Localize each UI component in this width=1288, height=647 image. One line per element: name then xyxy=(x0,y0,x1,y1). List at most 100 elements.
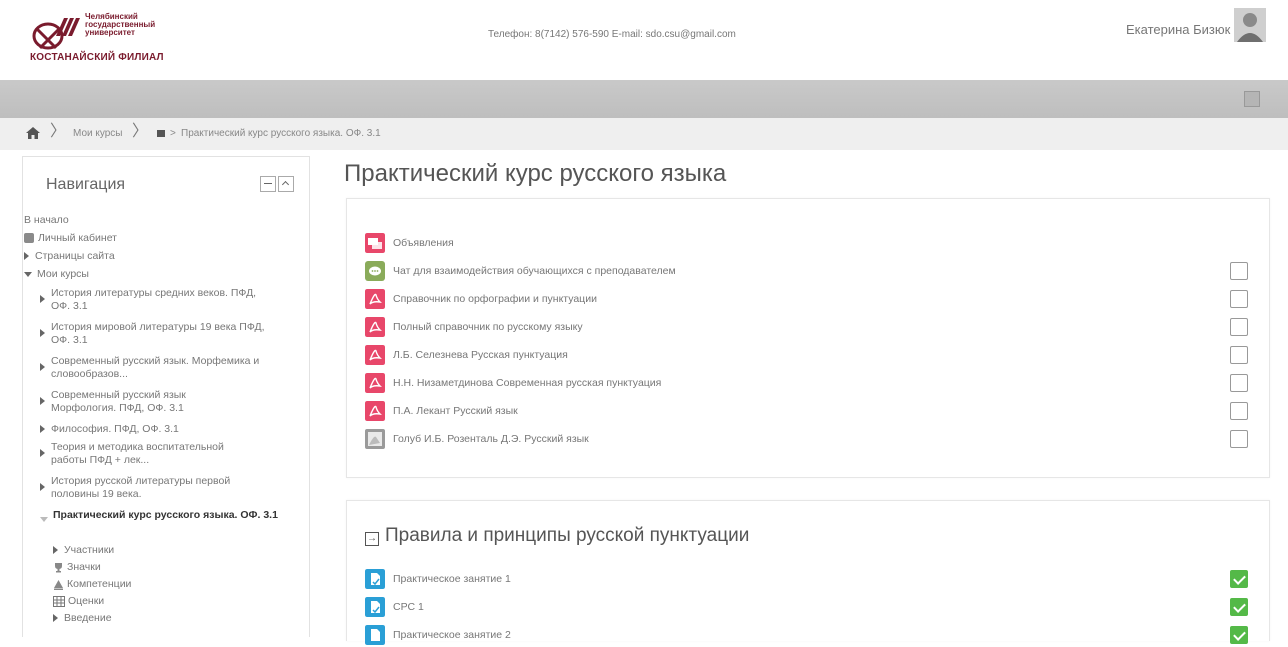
activity-resource[interactable]: Н.Н. Низаметдинова Современная русская п… xyxy=(365,373,1255,395)
breadcrumb: 〉 Мои курсы 〉 > Практический курс русско… xyxy=(0,118,1288,150)
breadcrumb-current-course[interactable]: Практический курс русского языка. ОФ. 3.… xyxy=(181,128,381,139)
nav-item-label: В начало xyxy=(24,214,69,226)
section-arrow-icon: → xyxy=(365,532,379,546)
activity-link[interactable]: СРС 1 xyxy=(393,601,424,613)
nav-course-item[interactable]: История мировой литературы 19 века ПФД, … xyxy=(40,321,266,347)
activity-forum[interactable]: Объявления xyxy=(365,233,1255,255)
expand-icon xyxy=(40,449,45,457)
nav-item-label: Современный русский язык. Морфемика и сл… xyxy=(51,355,260,380)
pdf-icon xyxy=(365,401,385,421)
nav-course-item[interactable]: Философия. ПФД, ОФ. 3.1 xyxy=(40,423,179,436)
nav-item-participants[interactable]: Участники xyxy=(53,544,114,557)
nav-course-item[interactable]: Теория и методика воспитательной работы … xyxy=(40,441,261,467)
activity-link[interactable]: П.А. Лекант Русский язык xyxy=(393,405,518,417)
pdf-icon xyxy=(365,373,385,393)
nav-item-badges[interactable]: Значки xyxy=(53,561,101,574)
pdf-icon xyxy=(365,289,385,309)
nav-course-item[interactable]: История литературы средних веков. ПФД, О… xyxy=(40,287,266,313)
activity-assignment[interactable]: Практическое занятие 1 xyxy=(365,569,1255,591)
move-block-button[interactable] xyxy=(278,176,294,192)
expand-icon xyxy=(40,425,45,434)
completion-checkbox-checked[interactable] xyxy=(1230,570,1248,588)
page-title: Практический курс русского языка xyxy=(344,160,727,187)
collapse-block-button[interactable] xyxy=(260,176,276,192)
activity-resource[interactable]: Полный справочник по русскому языку xyxy=(365,317,1255,339)
completion-checkbox-checked[interactable] xyxy=(1230,626,1248,644)
contact-info: Телефон: 8(7142) 576-590 E-mail: sdo.csu… xyxy=(488,29,736,40)
nav-item-label: Значки xyxy=(67,561,101,573)
expand-icon xyxy=(53,614,58,623)
home-icon[interactable] xyxy=(26,127,40,139)
activity-link[interactable]: Голуб И.Б. Розенталь Д.Э. Русский язык xyxy=(393,433,589,445)
completion-checkbox[interactable] xyxy=(1230,346,1248,364)
activity-resource[interactable]: Л.Б. Селезнева Русская пунктуация xyxy=(365,345,1255,367)
nav-item-label: Современный русский язык Морфология. ПФД… xyxy=(51,389,186,414)
activity-link[interactable]: Н.Н. Низаметдинова Современная русская п… xyxy=(393,377,661,389)
section-title-text: Правила и принципы русской пунктуации xyxy=(385,525,750,546)
activity-link[interactable]: Практическое занятие 2 xyxy=(393,629,511,641)
nav-item-dashboard[interactable]: Личный кабинет xyxy=(24,232,117,245)
activity-link[interactable]: Практическое занятие 1 xyxy=(393,573,511,585)
table-icon xyxy=(53,595,65,607)
nav-item-label: Введение xyxy=(64,612,112,624)
nav-item-label: История мировой литературы 19 века ПФД, … xyxy=(51,321,265,346)
expand-icon xyxy=(24,252,29,261)
nav-course-item[interactable]: Современный русский язык. Морфемика и сл… xyxy=(40,355,273,381)
trophy-icon xyxy=(55,562,62,573)
completion-checkbox[interactable] xyxy=(1230,262,1248,280)
nav-item-label: История литературы средних веков. ПФД, О… xyxy=(51,287,257,312)
completion-checkbox[interactable] xyxy=(1230,374,1248,392)
expand-icon xyxy=(40,363,45,371)
chevron-right-icon: 〉 xyxy=(132,123,149,140)
nav-item-label: История русской литературы первой полови… xyxy=(51,475,231,500)
logo-branch-name: КОСТАНАЙСКИЙ ФИЛИАЛ xyxy=(30,52,164,63)
completion-checkbox[interactable] xyxy=(1230,318,1248,336)
nav-item-grades[interactable]: Оценки xyxy=(53,595,104,608)
nav-item-label: Оценки xyxy=(68,595,105,607)
nav-item-my-courses[interactable]: Мои курсы xyxy=(24,268,89,281)
chat-icon xyxy=(365,261,385,281)
nav-item-competencies[interactable]: Компетенции xyxy=(53,578,131,591)
activity-resource[interactable]: Голуб И.Б. Розенталь Д.Э. Русский язык xyxy=(365,429,1255,451)
nav-course-item[interactable]: История русской литературы первой полови… xyxy=(40,475,261,501)
activity-resource[interactable]: Справочник по орфографии и пунктуации xyxy=(365,289,1255,311)
competencies-icon xyxy=(54,579,63,590)
activity-link[interactable]: Чат для взаимодействия обучающихся с пре… xyxy=(393,265,676,277)
nav-item-label: Философия. ПФД, ОФ. 3.1 xyxy=(51,423,179,435)
navbar-toggle-button[interactable] xyxy=(1244,91,1260,107)
activity-link[interactable]: Л.Б. Селезнева Русская пунктуация xyxy=(393,349,568,361)
breadcrumb-my-courses[interactable]: Мои курсы xyxy=(73,128,123,139)
activity-assignment[interactable]: Практическое занятие 2 xyxy=(365,625,1255,647)
nav-course-item[interactable]: Современный русский язык Морфология. ПФД… xyxy=(40,389,231,415)
course-category-icon[interactable] xyxy=(157,130,165,137)
pdf-icon xyxy=(365,345,385,365)
nav-item-site-pages[interactable]: Страницы сайта xyxy=(24,250,115,263)
expand-icon xyxy=(40,483,45,491)
collapse-icon xyxy=(40,517,48,522)
completion-checkbox-checked[interactable] xyxy=(1230,598,1248,616)
activity-chat[interactable]: Чат для взаимодействия обучающихся с пре… xyxy=(365,261,1255,283)
completion-checkbox[interactable] xyxy=(1230,290,1248,308)
completion-checkbox[interactable] xyxy=(1230,402,1248,420)
nav-item-label: Теория и методика воспитательной работы … xyxy=(51,441,224,466)
activity-resource[interactable]: П.А. Лекант Русский язык xyxy=(365,401,1255,423)
completion-checkbox[interactable] xyxy=(1230,430,1248,448)
activity-assignment[interactable]: СРС 1 xyxy=(365,597,1255,619)
user-avatar-icon xyxy=(1234,8,1266,42)
course-section-punctuation: → Правила и принципы русской пунктуации П… xyxy=(346,500,1270,645)
page-header: Челябинский государственный университет … xyxy=(0,0,1288,80)
activity-link[interactable]: Объявления xyxy=(393,237,454,249)
activity-link[interactable]: Справочник по орфографии и пунктуации xyxy=(393,293,597,305)
site-logo[interactable]: Челябинский государственный университет … xyxy=(30,8,180,66)
activity-link[interactable]: Полный справочник по русскому языку xyxy=(393,321,583,333)
expand-icon xyxy=(40,295,45,303)
navigation-block: Навигация В начало Личный кабинет Страни… xyxy=(22,156,310,637)
university-logo-icon xyxy=(32,18,80,50)
avatar[interactable] xyxy=(1234,8,1266,42)
navbar xyxy=(0,80,1288,118)
user-menu-name[interactable]: Екатерина Бизюк xyxy=(1126,22,1230,37)
section-title[interactable]: → Правила и принципы русской пунктуации xyxy=(365,525,749,547)
nav-current-course[interactable]: Практический курс русского языка. ОФ. 3.… xyxy=(40,509,278,522)
nav-item-home[interactable]: В начало xyxy=(24,214,69,227)
nav-item-introduction[interactable]: Введение xyxy=(53,612,112,625)
